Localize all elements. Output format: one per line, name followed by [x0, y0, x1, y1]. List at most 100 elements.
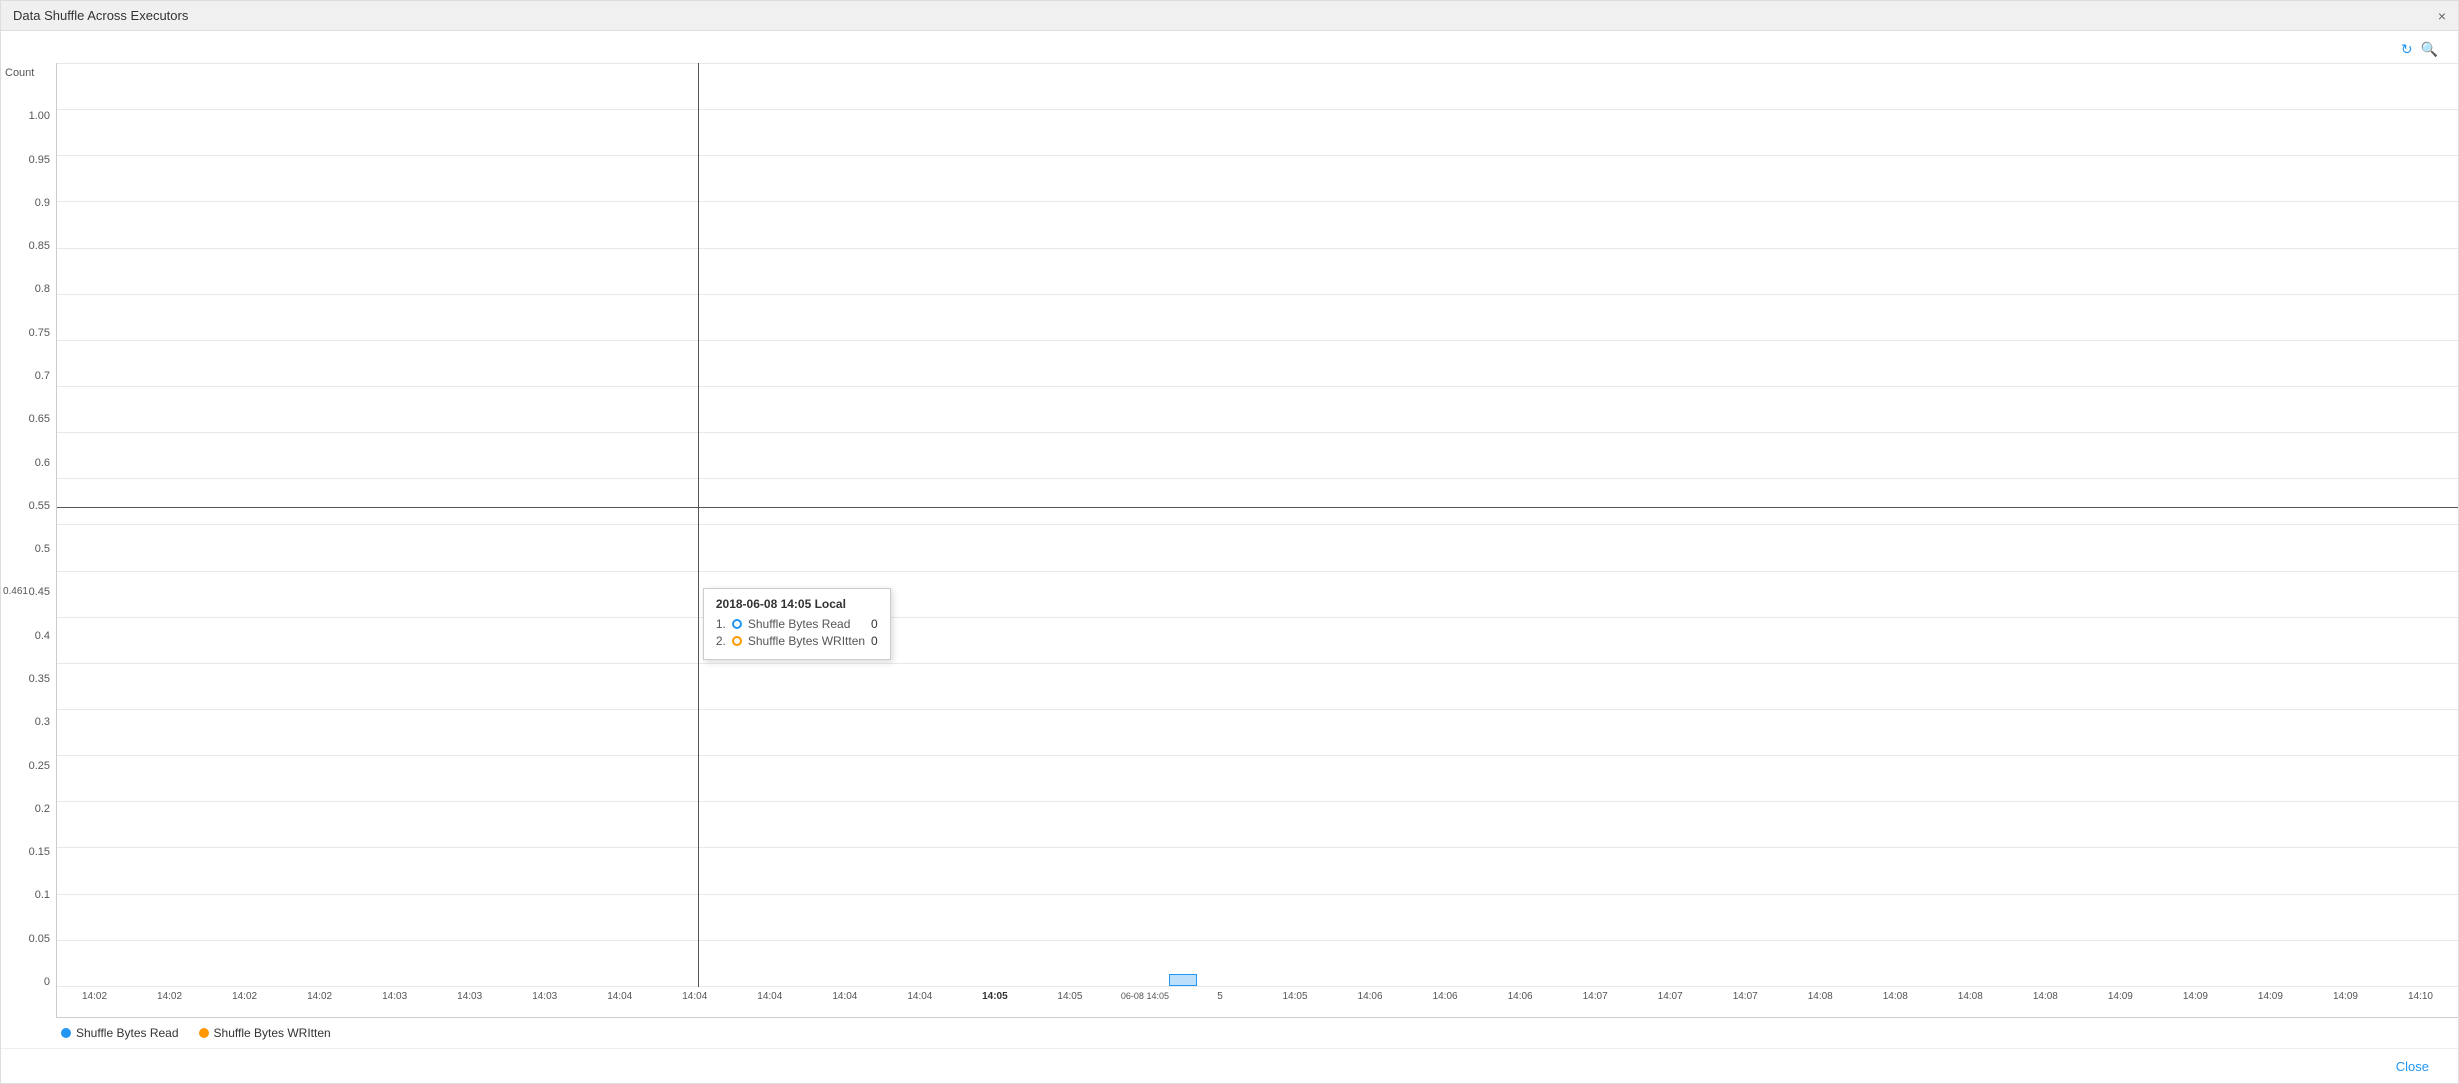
x-label: 14:02 — [132, 991, 207, 1002]
grid-line — [57, 478, 2458, 479]
grid-line — [57, 155, 2458, 156]
x-label: 14:09 — [2308, 991, 2383, 1002]
legend-label-read: Shuffle Bytes Read — [76, 1026, 179, 1040]
legend-dot-blue — [61, 1028, 71, 1038]
y-axis: Count 1.00 0.95 0.9 0.85 0.8 0.75 0.7 0.… — [1, 63, 56, 1018]
grid-line — [57, 755, 2458, 756]
chart-plot[interactable]: 14:02 14:02 14:02 14:02 14:03 14:03 14:0… — [56, 63, 2458, 1018]
grid-line — [57, 294, 2458, 295]
y-label-100: 1.00 — [29, 111, 50, 122]
x-label: 5 — [1182, 991, 1257, 1002]
x-label: 14:03 — [507, 991, 582, 1002]
y-label-055: 0.55 — [29, 501, 50, 512]
x-label: 14:02 — [57, 991, 132, 1002]
grid-lines — [57, 63, 2458, 987]
chart-main: Count 1.00 0.95 0.9 0.85 0.8 0.75 0.7 0.… — [1, 63, 2458, 1018]
y-label-050: 0.5 — [35, 544, 50, 555]
grid-line — [57, 940, 2458, 941]
y-label-035: 0.35 — [29, 674, 50, 685]
window-title: Data Shuffle Across Executors — [13, 8, 188, 23]
y-label-070: 0.7 — [35, 371, 50, 382]
tooltip-index-1: 1. — [716, 617, 726, 631]
legend-item-written: Shuffle Bytes WRItten — [199, 1026, 331, 1040]
grid-line — [57, 201, 2458, 202]
grid-line — [57, 617, 2458, 618]
legend-item-read: Shuffle Bytes Read — [61, 1026, 179, 1040]
x-label: 14:08 — [1933, 991, 2008, 1002]
x-label: 14:08 — [1858, 991, 1933, 1002]
x-label: 14:04 — [732, 991, 807, 1002]
x-label: 14:05 — [957, 991, 1032, 1002]
x-label: 14:07 — [1633, 991, 1708, 1002]
y-label-010: 0.1 — [35, 890, 50, 901]
x-label: 14:02 — [207, 991, 282, 1002]
x-label: 14:03 — [357, 991, 432, 1002]
grid-line — [57, 248, 2458, 249]
y-label-030: 0.3 — [35, 717, 50, 728]
title-bar: Data Shuffle Across Executors × — [1, 1, 2458, 31]
grid-line — [57, 109, 2458, 110]
x-label: 14:05 — [1258, 991, 1333, 1002]
crosshair-vertical — [698, 63, 699, 987]
x-label: 14:07 — [1558, 991, 1633, 1002]
x-label: 14:02 — [282, 991, 357, 1002]
tooltip-value-2: 0 — [871, 634, 878, 648]
grid-line — [57, 386, 2458, 387]
y-count-label: Count — [1, 68, 34, 79]
grid-line — [57, 524, 2458, 525]
main-window: Data Shuffle Across Executors × ↻ 🔍 Coun… — [0, 0, 2459, 1084]
legend-dot-orange — [199, 1028, 209, 1038]
x-label: 14:09 — [2158, 991, 2233, 1002]
grid-line — [57, 663, 2458, 664]
tooltip-row-1: 1. Shuffle Bytes Read 0 — [716, 617, 878, 631]
y-label-015: 0.15 — [29, 847, 50, 858]
y-label-000: 0 — [44, 977, 50, 988]
x-label: 14:09 — [2083, 991, 2158, 1002]
chart-legend: Shuffle Bytes Read Shuffle Bytes WRItten — [1, 1018, 2458, 1048]
x-axis: 14:02 14:02 14:02 14:02 14:03 14:03 14:0… — [57, 987, 2458, 1017]
chart-area: ↻ 🔍 Count 1.00 0.95 0.9 0.85 0.8 0.75 0.… — [1, 31, 2458, 1048]
y-label-065: 0.65 — [29, 414, 50, 425]
grid-line — [57, 63, 2458, 64]
x-label: 14:07 — [1708, 991, 1783, 1002]
y-label-060: 0.6 — [35, 458, 50, 469]
x-label: 14:05 — [1032, 991, 1107, 1002]
tooltip-title: 2018-06-08 14:05 Local — [716, 597, 878, 611]
x-label: 14:09 — [2233, 991, 2308, 1002]
y-label-025: 0.25 — [29, 761, 50, 772]
tooltip-label-1: Shuffle Bytes Read — [748, 617, 851, 631]
x-label: 14:04 — [882, 991, 957, 1002]
chart-tooltip: 2018-06-08 14:05 Local 1. Shuffle Bytes … — [703, 588, 891, 660]
tooltip-dot-orange — [732, 636, 742, 646]
close-button[interactable]: Close — [2396, 1059, 2429, 1074]
grid-line — [57, 801, 2458, 802]
legend-label-written: Shuffle Bytes WRItten — [214, 1026, 331, 1040]
tooltip-label-2: Shuffle Bytes WRItten — [748, 634, 865, 648]
x-label: 14:08 — [1783, 991, 1858, 1002]
tooltip-dot-blue — [732, 619, 742, 629]
zoom-icon[interactable]: 🔍 — [2421, 41, 2438, 58]
footer-bar: Close — [1, 1048, 2458, 1083]
grid-line — [57, 847, 2458, 848]
tooltip-value-1: 0 — [871, 617, 878, 631]
x-label: 14:06 — [1408, 991, 1483, 1002]
grid-line — [57, 571, 2458, 572]
x-label: 14:04 — [807, 991, 882, 1002]
x-label: 14:06 — [1483, 991, 1558, 1002]
y-label-095: 0.95 — [29, 155, 50, 166]
crosshair-horizontal — [57, 507, 2458, 508]
y-label-090: 0.9 — [35, 198, 50, 209]
grid-line — [57, 432, 2458, 433]
x-label: 14:06 — [1333, 991, 1408, 1002]
x-label: 14:08 — [2008, 991, 2083, 1002]
x-label: 14:04 — [582, 991, 657, 1002]
refresh-icon[interactable]: ↻ — [2401, 41, 2413, 58]
y-label-085: 0.85 — [29, 241, 50, 252]
chart-toolbar: ↻ 🔍 — [1, 41, 2458, 58]
range-selector[interactable] — [1169, 974, 1198, 986]
y-label-075: 0.75 — [29, 328, 50, 339]
grid-line — [57, 894, 2458, 895]
tooltip-row-2: 2. Shuffle Bytes WRItten 0 — [716, 634, 878, 648]
close-icon[interactable]: × — [2438, 8, 2446, 24]
grid-line — [57, 340, 2458, 341]
